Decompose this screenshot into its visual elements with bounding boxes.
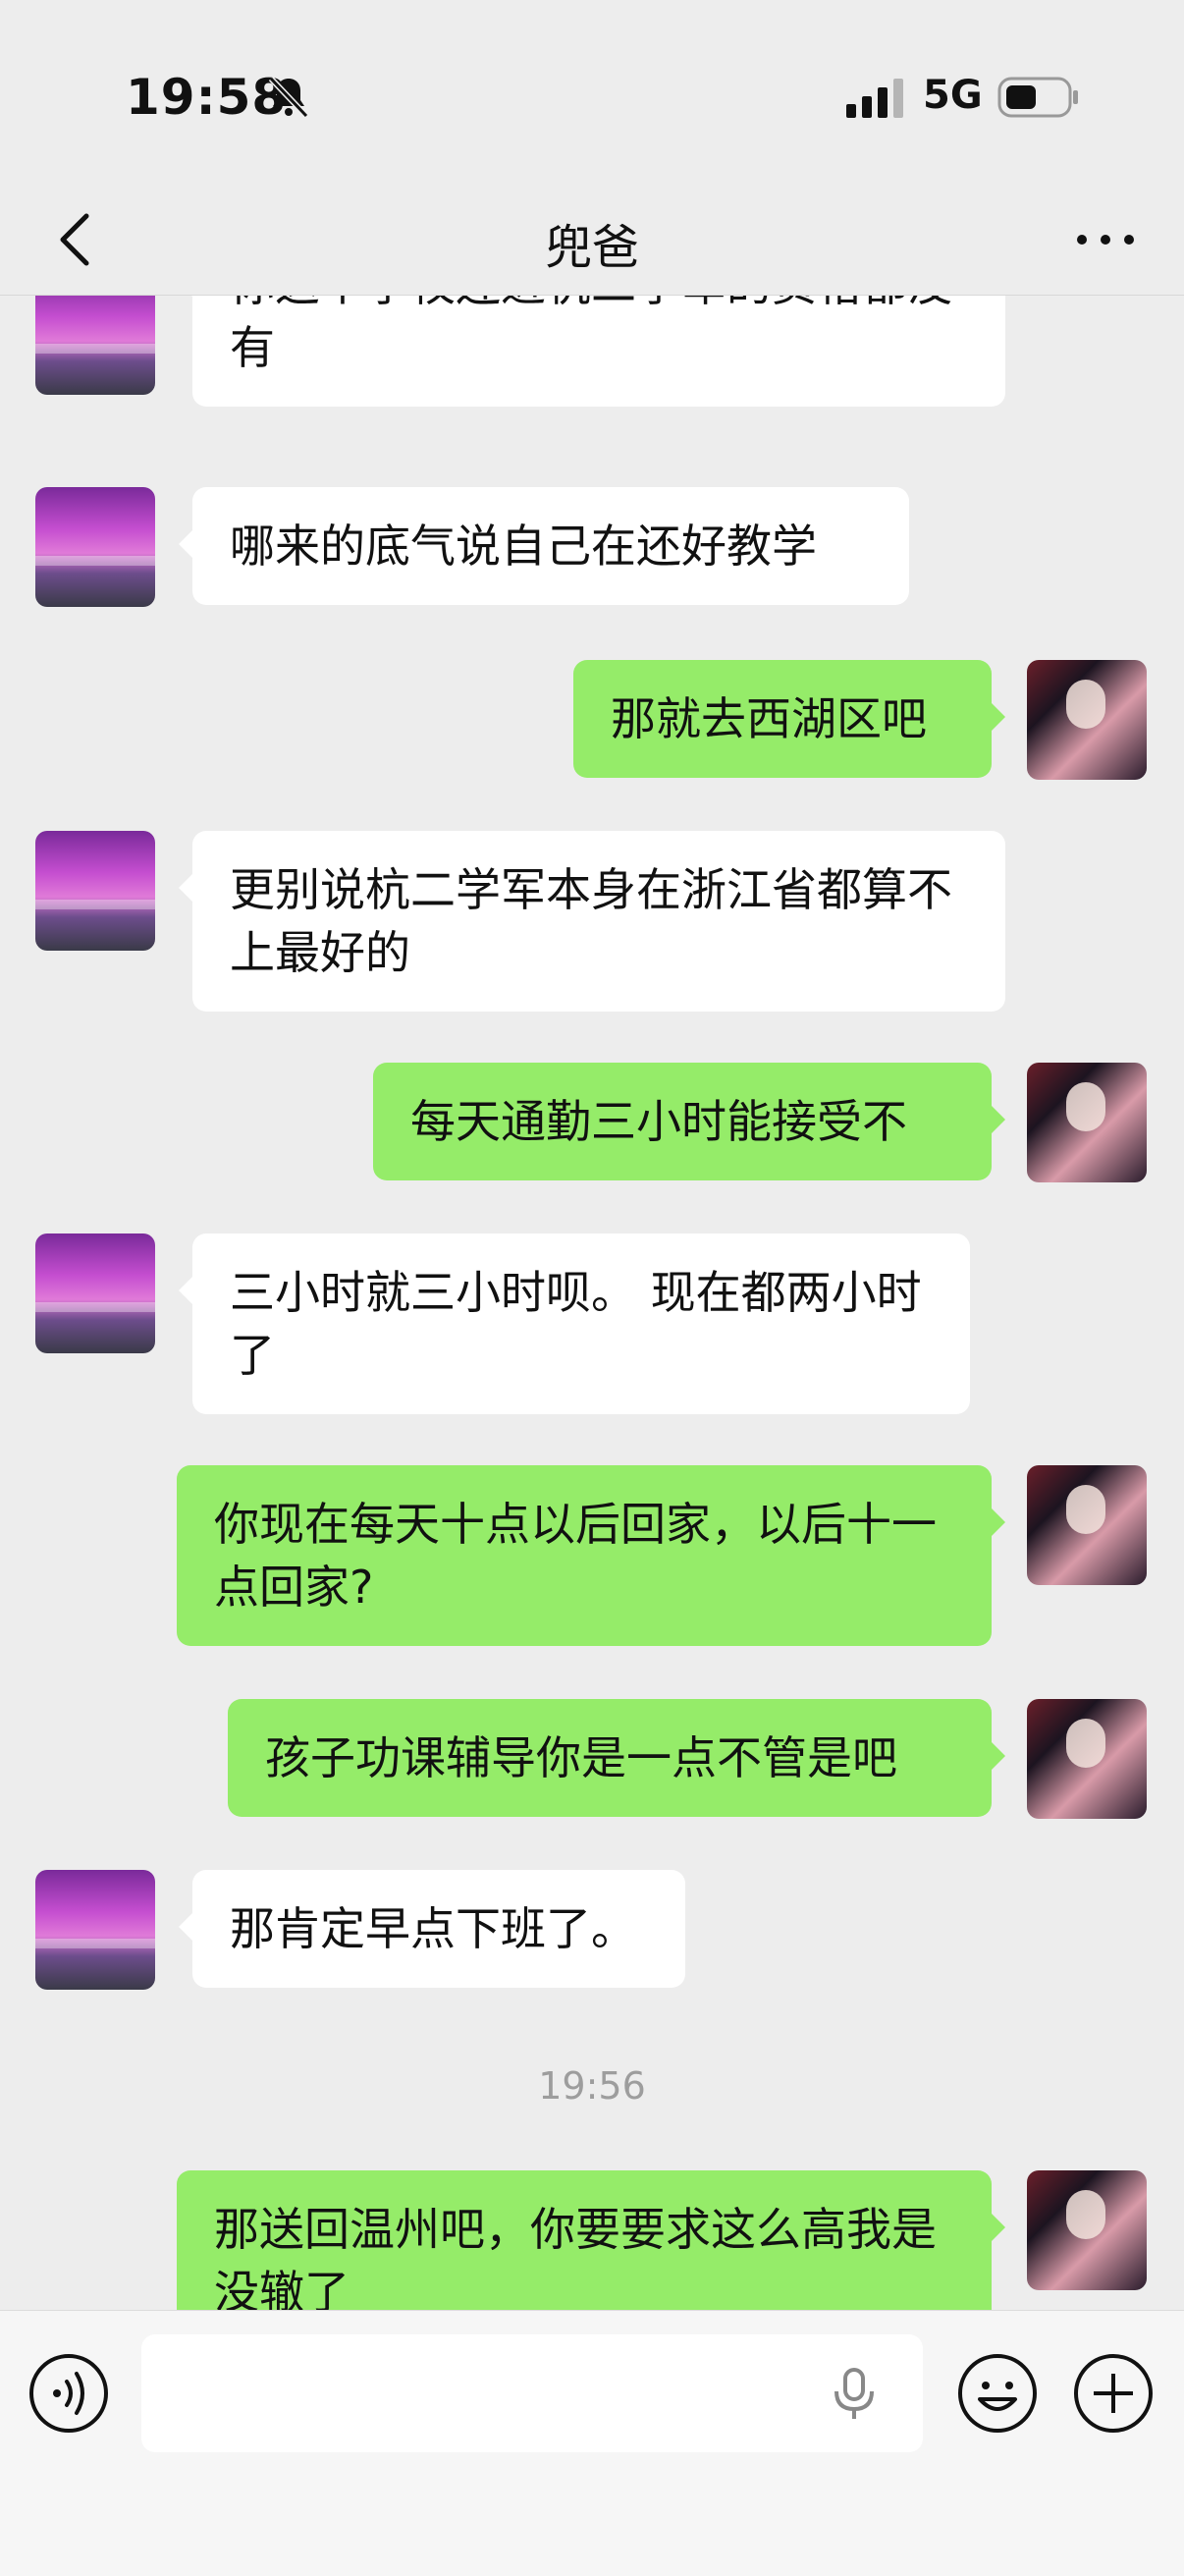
status-time: 19:58 — [126, 69, 288, 126]
microphone-icon[interactable] — [825, 2364, 884, 2423]
bell-muted-icon — [268, 76, 309, 119]
battery-icon — [997, 77, 1078, 118]
message-bubble-sent[interactable]: 那就去西湖区吧 — [573, 660, 1005, 778]
message-bubble-sent[interactable]: 孩子功课辅导你是一点不管是吧 — [228, 1699, 1005, 1817]
message-input-bar — [0, 2310, 1184, 2576]
message-bubble-received[interactable]: 更别说杭二学军本身在浙江省都算不上最好的 — [179, 831, 1005, 1012]
chat-message-list[interactable]: 你这个学校连进杭二学军的资格都没有 哪来的底气说自己在还好教学 那就去西湖区吧 … — [0, 295, 1184, 2310]
message-bubble-received[interactable]: 哪来的底气说自己在还好教学 — [179, 487, 909, 605]
cellular-signal-icon — [846, 79, 903, 118]
message-bubble-sent[interactable]: 那送回温州吧，你要要求这么高我是没辙了 — [177, 2170, 1005, 2310]
message-timestamp: 19:56 — [538, 2064, 646, 2108]
message-bubble-sent[interactable]: 每天通勤三小时能接受不 — [373, 1063, 1005, 1180]
contact-avatar[interactable] — [35, 1233, 155, 1353]
user-avatar[interactable] — [1027, 1699, 1147, 1819]
user-avatar[interactable] — [1027, 1063, 1147, 1182]
add-attachment-icon[interactable] — [1072, 2352, 1155, 2435]
message-bubble-received[interactable]: 三小时就三小时呗。 现在都两小时了 — [179, 1233, 970, 1414]
chat-header: 兜爸 — [0, 187, 1184, 296]
contact-avatar[interactable] — [35, 295, 155, 395]
contact-avatar[interactable] — [35, 831, 155, 951]
more-options-icon[interactable] — [1066, 200, 1145, 279]
emoji-icon[interactable] — [956, 2352, 1039, 2435]
network-type: 5G — [923, 73, 983, 118]
message-bubble-received[interactable]: 那肯定早点下班了。 — [179, 1870, 685, 1988]
message-bubble-received[interactable]: 你这个学校连进杭二学军的资格都没有 — [179, 295, 1005, 407]
user-avatar[interactable] — [1027, 660, 1147, 780]
contact-avatar[interactable] — [35, 487, 155, 607]
user-avatar[interactable] — [1027, 2170, 1147, 2290]
voice-mode-icon[interactable] — [27, 2352, 110, 2435]
contact-avatar[interactable] — [35, 1870, 155, 1990]
message-text-input[interactable] — [141, 2334, 923, 2452]
user-avatar[interactable] — [1027, 1465, 1147, 1585]
chat-title: 兜爸 — [544, 220, 639, 275]
status-bar: 19:58 5G — [0, 0, 1184, 187]
message-bubble-sent[interactable]: 你现在每天十点以后回家，以后十一点回家? — [177, 1465, 1005, 1646]
